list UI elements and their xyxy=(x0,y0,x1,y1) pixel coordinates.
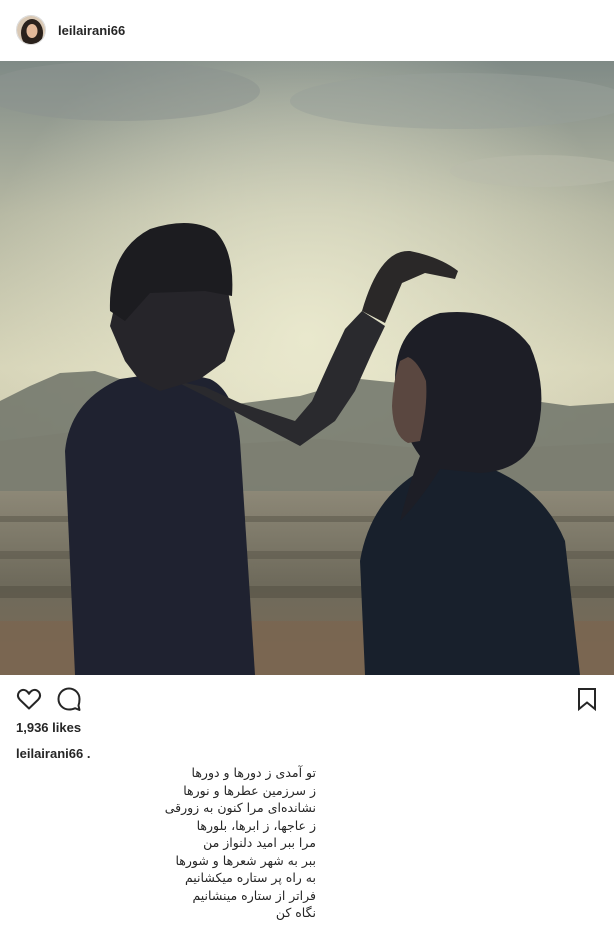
caption-line: فراتر از ستاره مینشانیم xyxy=(192,887,316,903)
caption-line: نگاه کن xyxy=(275,905,316,920)
avatar[interactable] xyxy=(16,15,46,45)
caption-text: تو آمدی ز دورها و دورها ز سرزمین عطرها و… xyxy=(16,764,316,922)
caption-line: نشانده‌ای مرا کنون به زورقی xyxy=(164,800,316,815)
caption-line: ز عاجها، ز ابرها، بلورها xyxy=(196,817,316,833)
action-bar xyxy=(0,684,614,716)
post-header: leilairani66 xyxy=(0,0,614,60)
comment-icon[interactable] xyxy=(56,686,82,712)
caption-line: مرا ببر امید دلنواز من xyxy=(203,835,316,850)
bookmark-icon[interactable] xyxy=(574,686,600,712)
caption-line: به راه پر ستاره میکشانیم xyxy=(184,870,316,885)
caption-username[interactable]: leilairani66 . xyxy=(16,746,90,761)
caption-line: ز سرزمین عطرها و نورها xyxy=(183,782,316,798)
caption-line: تو آمدی ز دورها و دورها xyxy=(191,765,316,780)
likes-count[interactable]: 1,936 likes xyxy=(16,720,81,735)
username[interactable]: leilairani66 xyxy=(58,23,125,38)
caption-line: ببر به شهر شعرها و شورها xyxy=(175,852,316,868)
heart-icon[interactable] xyxy=(16,686,42,712)
post-image xyxy=(0,61,614,675)
